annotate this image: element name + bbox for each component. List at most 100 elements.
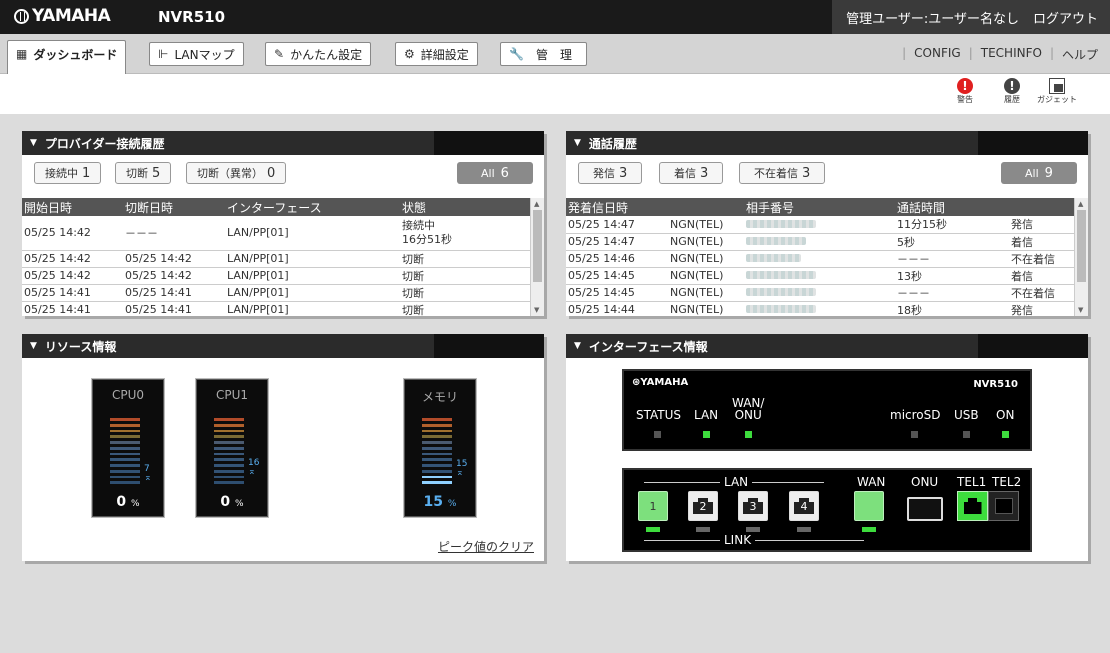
lan4-link-led bbox=[797, 527, 811, 532]
tab-management[interactable]: 🔧 管 理 bbox=[500, 42, 587, 66]
panel-header[interactable]: ▼ 通話履歴 bbox=[566, 131, 1088, 155]
lan-port-3[interactable]: 3 bbox=[738, 491, 768, 521]
wan-port[interactable] bbox=[854, 491, 884, 521]
table-row: 05/25 14:44 NGN(TEL) 18秒 発信 bbox=[566, 301, 1074, 316]
lan-port-1[interactable]: 1 bbox=[638, 491, 668, 521]
lan-port-2[interactable]: 2 bbox=[688, 491, 718, 521]
tab-advanced-settings[interactable]: ⚙ 詳細設定 bbox=[395, 42, 478, 66]
interface-info-panel: ▼ インターフェース情報 ⊛YAMAHA NVR510 STATUS LAN W… bbox=[566, 334, 1088, 561]
masked-number bbox=[744, 284, 895, 302]
gadget-button[interactable]: ガジェット bbox=[1037, 78, 1077, 105]
meter-segment bbox=[214, 452, 244, 456]
meter-segment bbox=[110, 458, 140, 461]
tab-easy-setup[interactable]: ✎ かんたん設定 bbox=[265, 42, 372, 66]
table-row: 05/25 14:42 05/25 14:42 LAN/PP[01] 切断 bbox=[22, 267, 530, 285]
scroll-down-icon[interactable]: ▼ bbox=[534, 306, 539, 314]
filter-connected-button[interactable]: 接続中 1 bbox=[34, 162, 102, 184]
column-header[interactable] bbox=[1009, 198, 1074, 216]
led-label-usb: USB bbox=[954, 408, 979, 422]
tel1-label: TEL1 bbox=[957, 475, 987, 489]
column-header[interactable]: インターフェース bbox=[225, 198, 400, 216]
table-row: 05/25 14:47 NGN(TEL) 5秒 着信 bbox=[566, 233, 1074, 251]
filter-missed-button[interactable]: 不在着信 3 bbox=[739, 162, 826, 184]
history-button[interactable]: ! 履歴 bbox=[1004, 78, 1020, 105]
meter-segment bbox=[110, 464, 140, 467]
table-row: 05/25 14:41 05/25 14:41 LAN/PP[01] 切断 bbox=[22, 284, 530, 302]
config-link[interactable]: CONFIG bbox=[914, 46, 961, 63]
call-filters: 発信 3 着信 3 不在着信 3 All 9 bbox=[566, 155, 1088, 189]
tab-label: かんたん設定 bbox=[290, 47, 363, 62]
scroll-thumb[interactable] bbox=[533, 210, 542, 282]
memory-meter: メモリ 15 ⌅ 15 % bbox=[404, 379, 476, 517]
meter-segment bbox=[110, 435, 140, 438]
column-header[interactable]: 発着信日時 bbox=[566, 198, 668, 216]
table-row: 05/25 14:46 NGN(TEL) －－－ 不在着信 bbox=[566, 250, 1074, 268]
masked-number bbox=[744, 267, 895, 285]
meter-bars bbox=[422, 418, 452, 484]
clear-peak-link[interactable]: ピーク値のクリア bbox=[438, 538, 534, 555]
meter-segment bbox=[422, 469, 452, 473]
meter-segment bbox=[110, 469, 140, 473]
filter-disconnected-button[interactable]: 切断 5 bbox=[115, 162, 172, 184]
column-header[interactable]: 切断日時 bbox=[123, 198, 225, 216]
tel1-port[interactable] bbox=[957, 491, 988, 521]
panel-header[interactable]: ▼ プロバイダー接続履歴 bbox=[22, 131, 544, 155]
call-table-scrollbar[interactable]: ▲ ▼ bbox=[1074, 198, 1088, 316]
filter-all-button[interactable]: All 9 bbox=[1001, 162, 1077, 184]
meter-segment bbox=[422, 481, 452, 484]
tab-lan-map[interactable]: ⊩ LANマップ bbox=[149, 42, 244, 66]
meter-segment bbox=[422, 418, 452, 421]
column-header[interactable] bbox=[668, 198, 744, 216]
onu-port[interactable] bbox=[907, 497, 943, 521]
meter-segment bbox=[214, 418, 244, 421]
panel-title: インターフェース情報 bbox=[588, 339, 708, 354]
panel-header[interactable]: ▼ インターフェース情報 bbox=[566, 334, 1088, 358]
column-header[interactable]: 状態 bbox=[400, 198, 530, 216]
tel2-label: TEL2 bbox=[992, 475, 1022, 489]
main-tab-bar: ▦ ダッシュボード ⊩ LANマップ ✎ かんたん設定 ⚙ 詳細設定 🔧 管 理… bbox=[0, 34, 1110, 75]
cpu0-meter: CPU0 7 ⌅ 0 % bbox=[92, 379, 164, 517]
scroll-up-icon[interactable]: ▲ bbox=[1078, 200, 1083, 208]
top-bar: YAMAHA NVR510 管理ユーザー:ユーザー名なし ログアウト bbox=[0, 0, 1110, 34]
collapse-triangle-icon: ▼ bbox=[574, 341, 581, 351]
history-icon: ! bbox=[1004, 78, 1020, 94]
usb-led bbox=[963, 431, 970, 438]
status-led bbox=[654, 431, 661, 438]
meter-segment bbox=[110, 423, 140, 427]
device-front-panel: ⊛YAMAHA NVR510 STATUS LAN WAN/ ONU micro… bbox=[622, 369, 1032, 451]
peak-value: 15 ⌅ bbox=[456, 459, 468, 479]
techinfo-link[interactable]: TECHINFO bbox=[981, 46, 1042, 63]
tab-label: 詳細設定 bbox=[420, 47, 469, 62]
warning-button[interactable]: ! 警告 bbox=[957, 78, 973, 105]
top-links: | CONFIG | TECHINFO | ヘルプ bbox=[902, 46, 1098, 63]
filter-all-button[interactable]: All 6 bbox=[457, 162, 533, 184]
tab-dashboard[interactable]: ▦ ダッシュボード bbox=[7, 40, 127, 75]
tel2-port[interactable] bbox=[988, 491, 1019, 521]
logout-link[interactable]: ログアウト bbox=[1033, 8, 1098, 27]
help-link[interactable]: ヘルプ bbox=[1062, 46, 1098, 63]
wrench-icon: 🔧 bbox=[509, 47, 524, 61]
lan-group-label: LAN bbox=[720, 476, 753, 488]
table-row: 05/25 14:41 05/25 14:41 LAN/PP[01] 切断 bbox=[22, 301, 530, 316]
panel-title: 通話履歴 bbox=[588, 136, 637, 151]
lan1-link-led bbox=[646, 527, 660, 532]
panel-title: リソース情報 bbox=[44, 339, 117, 354]
provider-filters: 接続中 1 切断 5 切断（異常） 0 All 6 bbox=[22, 155, 544, 189]
table-row: 05/25 14:42 －－－ LAN/PP[01] 接続中 16分51秒 bbox=[22, 216, 530, 251]
filter-incoming-button[interactable]: 着信 3 bbox=[659, 162, 724, 184]
scroll-thumb[interactable] bbox=[1077, 210, 1086, 282]
scroll-up-icon[interactable]: ▲ bbox=[534, 200, 539, 208]
lan-port-4[interactable]: 4 bbox=[789, 491, 819, 521]
scroll-down-icon[interactable]: ▼ bbox=[1078, 306, 1083, 314]
provider-table-scrollbar[interactable]: ▲ ▼ bbox=[530, 198, 544, 316]
panel-header[interactable]: ▼ リソース情報 bbox=[22, 334, 544, 358]
meter-segment bbox=[422, 441, 452, 444]
warning-icon: ! bbox=[957, 78, 973, 94]
column-header[interactable]: 通話時間 bbox=[895, 198, 1009, 216]
column-header[interactable]: 開始日時 bbox=[22, 198, 123, 216]
filter-abnormal-button[interactable]: 切断（異常） 0 bbox=[186, 162, 287, 184]
power-led bbox=[1002, 431, 1009, 438]
led-label-status: STATUS bbox=[636, 408, 682, 422]
column-header[interactable]: 相手番号 bbox=[744, 198, 895, 216]
filter-outgoing-button[interactable]: 発信 3 bbox=[578, 162, 643, 184]
